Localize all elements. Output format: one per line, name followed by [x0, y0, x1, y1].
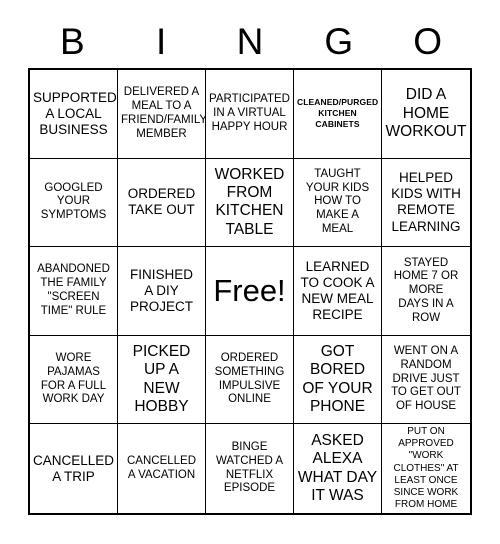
bingo-square-label: GOOGLED YOUR SYMPTOMS	[40, 181, 107, 222]
bingo-free-space[interactable]: Free!	[206, 247, 294, 336]
bingo-square-label: BINGE WATCHED A NETFLIX EPISODE	[215, 441, 284, 495]
bingo-square-r5-c1[interactable]: CANCELLED A TRIP	[30, 424, 118, 513]
bingo-square-r2-c5[interactable]: HELPED KIDS WITH REMOTE LEARNING	[382, 158, 470, 248]
bingo-header-letter-1: B	[60, 20, 85, 62]
bingo-square-label: ASKED ALEXA WHAT DAY IT WAS	[297, 432, 378, 504]
bingo-header-letter-2: I	[156, 20, 167, 62]
bingo-square-label: LEARNED TO COOK A NEW MEAL RECIPE	[300, 258, 375, 323]
bingo-square-r1-c2[interactable]: DELIVERED A MEAL TO A FRIEND/FAMILY MEMB…	[118, 70, 206, 159]
bingo-square-label: WENT ON A RANDOM DRIVE JUST TO GET OUT O…	[391, 345, 461, 413]
bingo-square-r3-c1[interactable]: ABANDONED THE FAMILY "SCREEN TIME" RULE	[30, 247, 118, 336]
bingo-header-letter-5: O	[413, 20, 442, 62]
bingo-square-label: STAYED HOME 7 OR MORE DAYS IN A ROW	[393, 256, 459, 324]
bingo-square-r1-c3[interactable]: PARTICIPATED IN A VIRTUAL HAPPY HOUR	[206, 70, 294, 159]
bingo-square-label: SUPPORTED A LOCAL BUSINESS	[33, 89, 117, 137]
bingo-square-label: WORE PAJAMAS FOR A FULL WORK DAY	[40, 352, 107, 406]
bingo-square-r4-c5[interactable]: WENT ON A RANDOM DRIVE JUST TO GET OUT O…	[382, 335, 470, 425]
bingo-square-r4-c2[interactable]: PICKED UP A NEW HOBBY	[118, 335, 206, 425]
bingo-grid: SUPPORTED A LOCAL BUSINESS DELIVERED A ME…	[28, 68, 472, 515]
bingo-square-r5-c2[interactable]: CANCELLED A VACATION	[118, 424, 206, 513]
bingo-square-label: PUT ON APPROVED "WORK CLOTHES" AT LEAST …	[393, 426, 459, 511]
bingo-square-r4-c3[interactable]: ORDERED SOMETHING IMPULSIVE ONLINE	[206, 335, 294, 425]
bingo-square-r5-c4[interactable]: ASKED ALEXA WHAT DAY IT WAS	[294, 424, 382, 513]
bingo-square-r1-c1[interactable]: SUPPORTED A LOCAL BUSINESS	[30, 70, 118, 159]
bingo-header-letter-3: N	[236, 20, 264, 62]
bingo-square-r1-c4[interactable]: CLEANED/PURGED KITCHEN CABINETS	[294, 70, 382, 159]
bingo-square-r3-c5[interactable]: STAYED HOME 7 OR MORE DAYS IN A ROW	[382, 247, 470, 336]
bingo-square-r5-c3[interactable]: BINGE WATCHED A NETFLIX EPISODE	[206, 424, 294, 513]
bingo-square-label: CANCELLED A TRIP	[33, 452, 115, 484]
bingo-square-r3-c4[interactable]: LEARNED TO COOK A NEW MEAL RECIPE	[294, 247, 382, 336]
bingo-square-label: ORDERED TAKE OUT	[127, 186, 196, 218]
bingo-square-r5-c5[interactable]: PUT ON APPROVED "WORK CLOTHES" AT LEAST …	[382, 424, 470, 513]
bingo-square-label: WORKED FROM KITCHEN TABLE	[214, 165, 285, 238]
bingo-square-r4-c1[interactable]: WORE PAJAMAS FOR A FULL WORK DAY	[30, 335, 118, 425]
bingo-square-label: PICKED UP A NEW HOBBY	[132, 343, 191, 415]
bingo-square-label: FINISHED A DIY PROJECT	[129, 266, 193, 315]
bingo-square-label: CANCELLED A VACATION	[126, 454, 197, 481]
bingo-square-r2-c3[interactable]: WORKED FROM KITCHEN TABLE	[206, 158, 294, 248]
bingo-square-r1-c5[interactable]: DID A HOME WORKOUT	[382, 70, 470, 159]
bingo-header-letter-4: G	[324, 20, 354, 62]
bingo-square-label: ORDERED SOMETHING IMPULSIVE ONLINE	[214, 352, 285, 406]
bingo-square-r3-c2[interactable]: FINISHED A DIY PROJECT	[118, 247, 206, 336]
bingo-square-label: TAUGHT YOUR KIDS HOW TO MAKE A MEAL	[305, 167, 370, 236]
bingo-header: BINGO	[28, 14, 472, 68]
bingo-square-r4-c4[interactable]: GOT BORED OF YOUR PHONE	[294, 335, 382, 425]
bingo-square-label: DID A HOME WORKOUT	[385, 86, 467, 140]
bingo-square-label: CLEANED/PURGED KITCHEN CABINETS	[297, 97, 379, 130]
bingo-square-r2-c4[interactable]: TAUGHT YOUR KIDS HOW TO MAKE A MEAL	[294, 158, 382, 248]
bingo-square-r2-c2[interactable]: ORDERED TAKE OUT	[118, 158, 206, 248]
bingo-square-label: GOT BORED OF YOUR PHONE	[302, 343, 373, 415]
bingo-square-label: ABANDONED THE FAMILY "SCREEN TIME" RULE	[37, 263, 110, 317]
bingo-square-label: DELIVERED A MEAL TO A FRIEND/FAMILY MEMB…	[121, 86, 206, 140]
bingo-free-space-label: Free!	[213, 273, 286, 309]
bingo-square-r2-c1[interactable]: GOOGLED YOUR SYMPTOMS	[30, 158, 118, 248]
bingo-card: B I N G O SUPPORTED A LOCAL BUSINESS DELIVERE…	[0, 0, 500, 544]
bingo-square-label: PARTICIPATED IN A VIRTUAL HAPPY HOUR	[209, 93, 290, 133]
bingo-square-label: HELPED KIDS WITH REMOTE LEARNING	[391, 170, 461, 234]
